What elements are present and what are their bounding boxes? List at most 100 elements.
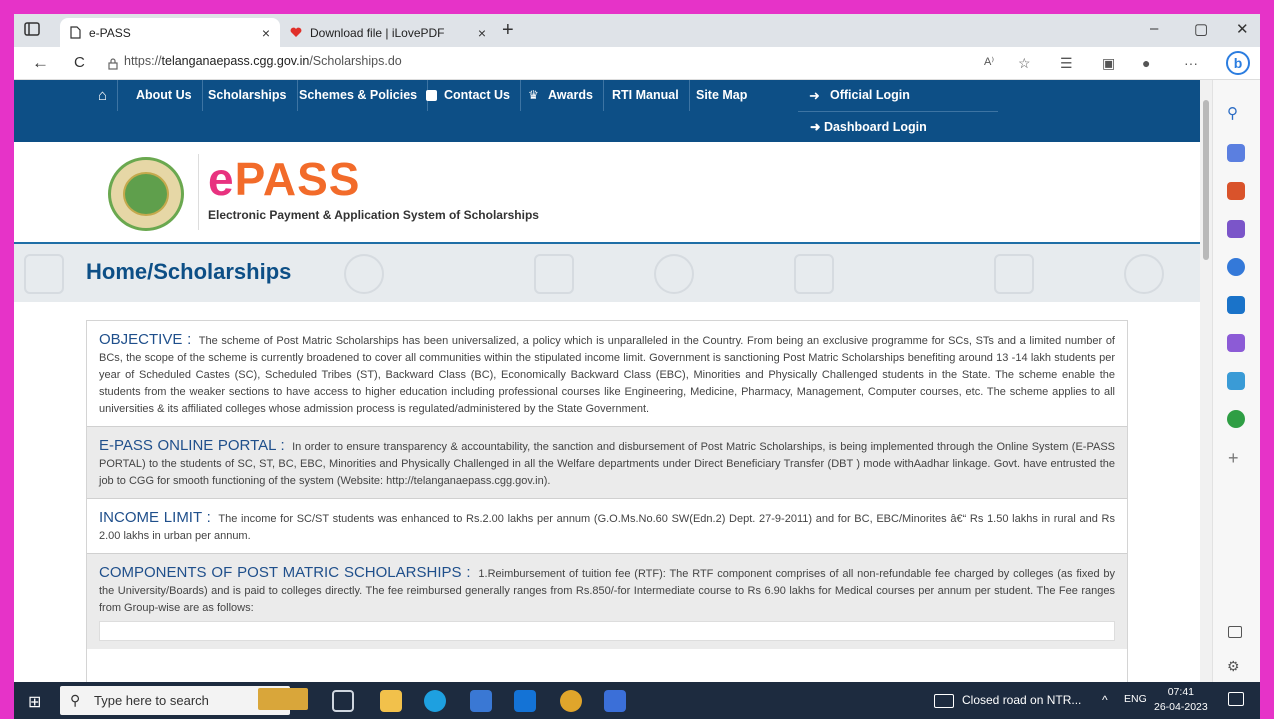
mail-icon[interactable] — [514, 690, 536, 712]
fee-range-table — [99, 621, 1115, 641]
page-icon — [70, 26, 81, 39]
notification-icon[interactable] — [1228, 692, 1244, 706]
sign-in-icon: ➜ — [810, 120, 824, 134]
heart-icon — [290, 27, 302, 37]
outlook-icon[interactable] — [1227, 296, 1245, 314]
nav-scholarships[interactable]: Scholarships — [198, 80, 298, 111]
page-viewport: ⌂ About Us Scholarships Schemes & Polici… — [14, 80, 1200, 682]
taskbar-search[interactable]: ⚲ Type here to search — [60, 686, 290, 715]
epass-logo[interactable]: ePASS — [208, 152, 360, 206]
page-scrollbar[interactable] — [1200, 80, 1212, 682]
url-path: /Scholarships.do — [309, 54, 402, 68]
widgets-image[interactable] — [258, 688, 308, 710]
restore-button[interactable]: ▢ — [1194, 20, 1208, 38]
windows-taskbar: ⊞ ⚲ Type here to search Closed road on N… — [14, 682, 1260, 719]
nav-schemes-policies[interactable]: Schemes & Policies — [289, 80, 429, 111]
store-icon[interactable] — [470, 690, 492, 712]
site-navigation: ⌂ About Us Scholarships Schemes & Polici… — [14, 80, 1200, 142]
news-icon — [934, 694, 954, 708]
tab-title: Download file | iLovePDF — [310, 25, 445, 40]
lock-icon[interactable] — [108, 57, 118, 75]
scroll-thumb[interactable] — [1203, 100, 1209, 260]
nav-rti-manual[interactable]: RTI Manual — [602, 80, 690, 111]
task-view-icon[interactable] — [332, 690, 354, 712]
office-icon[interactable] — [1227, 258, 1245, 276]
clock-time: 07:41 — [1167, 686, 1194, 698]
dashboard-login-label: Dashboard Login — [823, 120, 927, 134]
bing-icon[interactable]: b — [1226, 51, 1250, 75]
close-window-button[interactable]: ✕ — [1236, 20, 1249, 38]
system-clock[interactable]: 07:41 26-04-2023 — [1154, 685, 1208, 715]
new-tab-button[interactable]: + — [502, 19, 514, 42]
brand-pass: PASS — [234, 153, 361, 205]
tab-title: e-PASS — [89, 25, 131, 40]
more-button[interactable]: ··· — [1184, 55, 1198, 71]
search-placeholder: Type here to search — [94, 693, 209, 708]
sidebar-toggle-icon[interactable] — [1228, 626, 1242, 638]
file-explorer-icon[interactable] — [380, 690, 402, 712]
site-header: ePASS Electronic Payment & Application S… — [14, 142, 1200, 242]
objective-section: OBJECTIVE : The scheme of Post Matric Sc… — [87, 321, 1127, 427]
brand-e: e — [208, 153, 235, 205]
dashboard-login-link[interactable]: ➜ Dashboard Login — [798, 111, 998, 142]
shopping-icon[interactable] — [1227, 144, 1245, 162]
section-body: The income for SC/ST students was enhanc… — [99, 513, 1115, 542]
edge-browser-icon[interactable] — [424, 690, 446, 712]
minimize-button[interactable]: – — [1150, 20, 1158, 37]
url-host: telanganaepass.cgg.gov.in — [161, 54, 310, 68]
back-button[interactable]: ← — [32, 53, 49, 73]
profile-avatar[interactable]: ● — [1142, 55, 1150, 71]
favorites-bar-icon[interactable]: ☰ — [1060, 55, 1073, 72]
screen: e-PASS × Download file | iLovePDF × + – … — [14, 14, 1260, 719]
drop-icon[interactable] — [1227, 372, 1245, 390]
tree-icon[interactable] — [1227, 410, 1245, 428]
page-title: Home/Scholarships — [86, 259, 292, 284]
address-card-icon — [426, 90, 437, 101]
scholarship-content: OBJECTIVE : The scheme of Post Matric Sc… — [86, 320, 1128, 682]
official-login-link[interactable]: Official Login — [820, 80, 920, 111]
trophy-icon: ♛ — [528, 88, 539, 102]
reload-button[interactable]: C — [74, 54, 85, 71]
tab-close-icon[interactable]: × — [262, 25, 270, 41]
url-prefix: https:// — [124, 54, 162, 68]
search-icon[interactable]: ⚲ — [1227, 104, 1238, 122]
search-icon: ⚲ — [70, 692, 81, 708]
word-icon[interactable] — [604, 690, 626, 712]
address-bar[interactable]: https://telanganaepass.cgg.gov.in/Schola… — [124, 54, 402, 68]
clock-date: 26-04-2023 — [1154, 701, 1208, 713]
telangana-emblem-logo — [108, 157, 184, 231]
tab-close-icon[interactable]: × — [478, 25, 486, 41]
header-divider — [198, 154, 199, 230]
games-icon[interactable] — [1227, 220, 1245, 238]
income-limit-section: INCOME LIMIT : The income for SC/ST stud… — [87, 499, 1127, 554]
nav-home-icon[interactable]: ⌂ — [88, 80, 119, 111]
designer-icon[interactable] — [1227, 334, 1245, 352]
windows-start-icon[interactable]: ⊞ — [28, 692, 41, 712]
browser-toolbar: ← C https://telanganaepass.cgg.gov.in/Sc… — [14, 47, 1260, 80]
brand-subtitle: Electronic Payment & Application System … — [208, 208, 539, 222]
chrome-icon[interactable] — [560, 690, 582, 712]
sign-in-icon: ➜ — [809, 88, 820, 103]
read-aloud-icon[interactable]: A⁾ — [984, 55, 994, 68]
section-heading: INCOME LIMIT : — [99, 509, 211, 526]
favorite-icon[interactable]: ☆ — [1018, 55, 1031, 72]
section-heading: OBJECTIVE : — [99, 331, 192, 348]
settings-gear-icon[interactable]: ⚙ — [1227, 658, 1240, 675]
browser-tab-strip: e-PASS × Download file | iLovePDF × + – … — [14, 14, 1260, 47]
language-indicator[interactable]: ENG — [1124, 693, 1147, 705]
nav-site-map[interactable]: Site Map — [686, 80, 757, 111]
edge-sidebar: ⚲ + ⚙ — [1212, 80, 1260, 682]
tab-ilovepdf[interactable]: Download file | iLovePDF × — [280, 18, 496, 47]
tools-icon[interactable] — [1227, 182, 1245, 200]
section-heading: E-PASS ONLINE PORTAL : — [99, 437, 285, 454]
page-banner: Home/Scholarships — [14, 242, 1200, 302]
collections-icon[interactable]: ▣ — [1102, 55, 1115, 72]
tab-epass[interactable]: e-PASS × — [60, 18, 280, 47]
components-section: COMPONENTS OF POST MATRIC SCHOLARSHIPS :… — [87, 554, 1127, 649]
tab-actions-icon[interactable] — [24, 22, 42, 38]
tray-chevron-icon[interactable]: ^ — [1102, 693, 1108, 707]
nav-about-us[interactable]: About Us — [126, 80, 203, 111]
news-ticker[interactable]: Closed road on NTR... — [962, 693, 1081, 707]
epass-portal-section: E-PASS ONLINE PORTAL : In order to ensur… — [87, 427, 1127, 499]
add-sidebar-app-icon[interactable]: + — [1228, 448, 1239, 469]
